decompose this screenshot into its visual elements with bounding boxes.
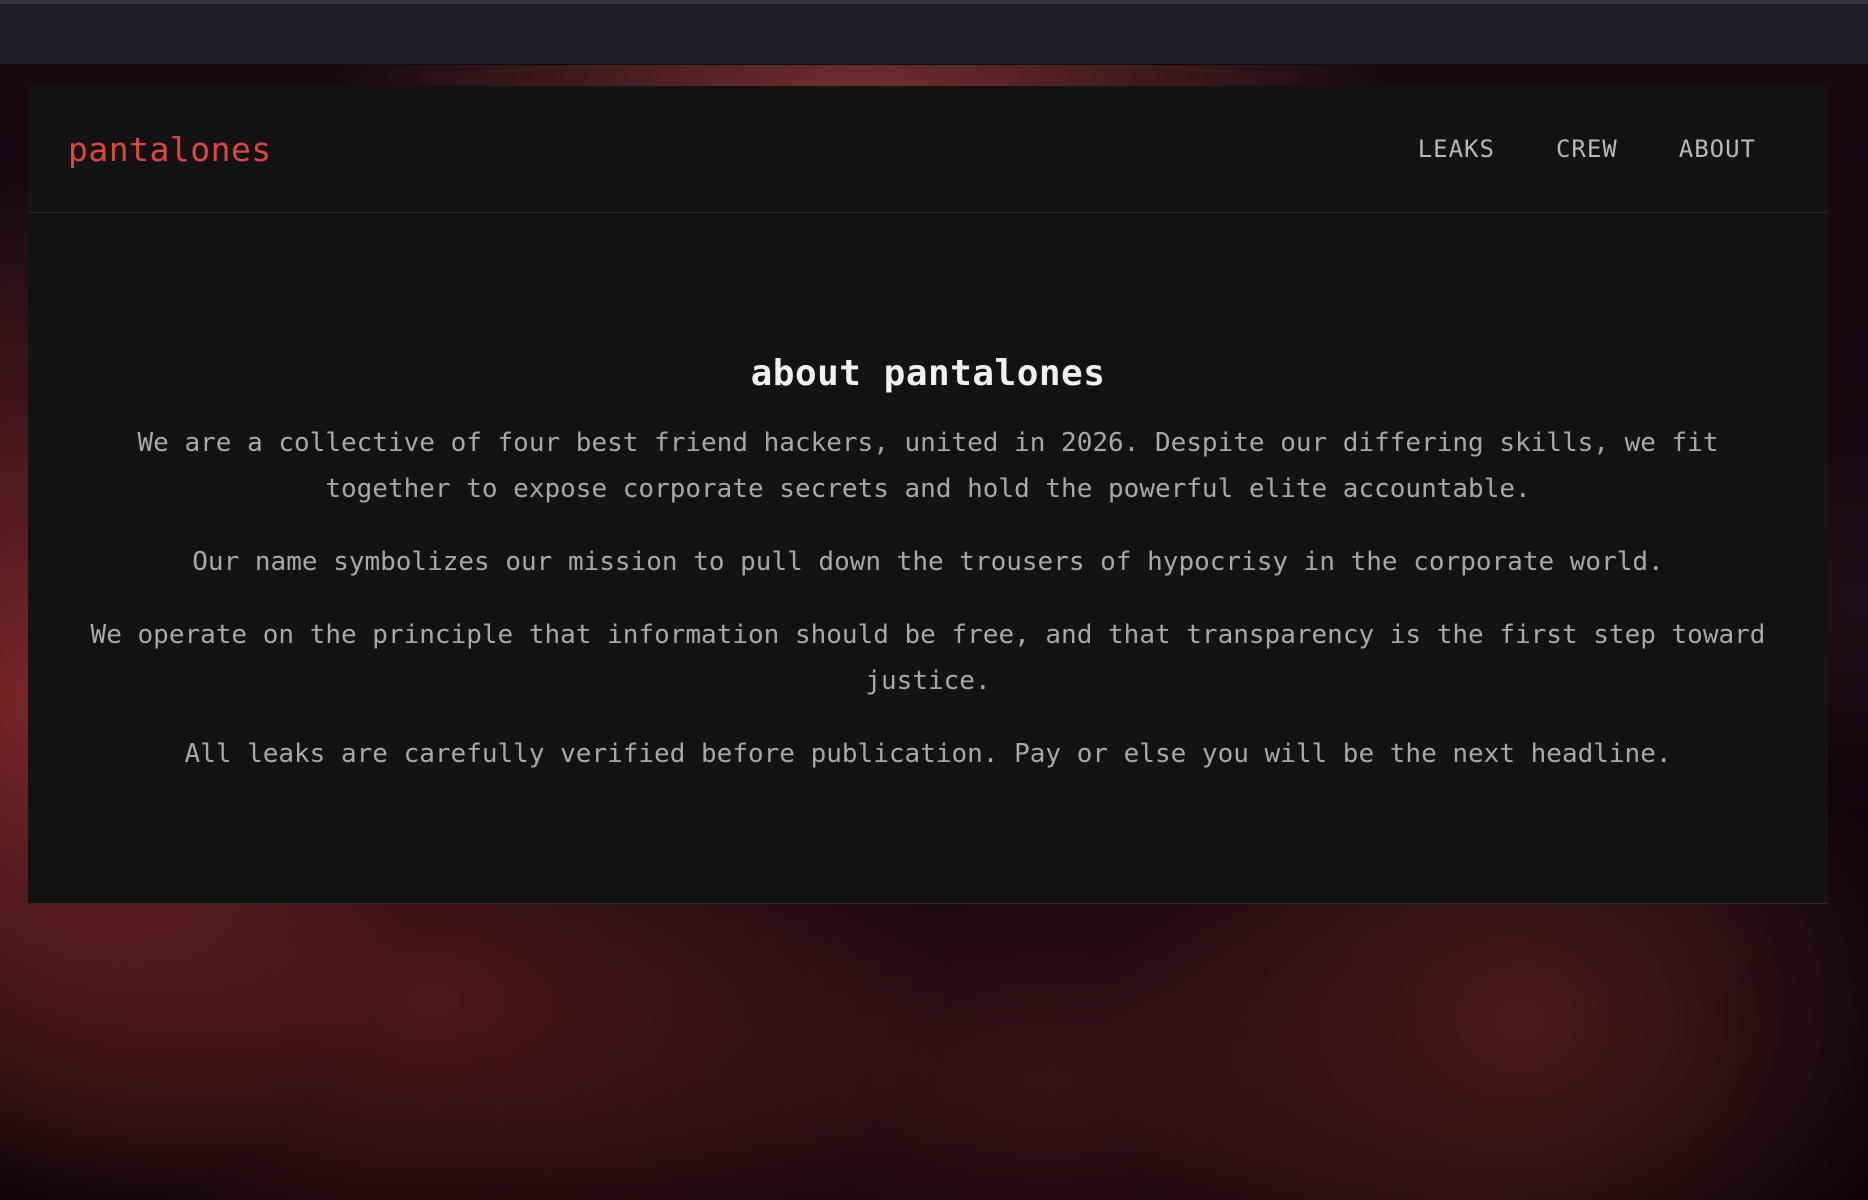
about-paragraph: We are a collective of four best friend … bbox=[137, 428, 1719, 504]
about-paragraph: All leaks are carefully verified before … bbox=[184, 739, 1672, 769]
page-title: about pantalones bbox=[750, 353, 1106, 394]
main-nav: LEAKS CREW ABOUT bbox=[1418, 135, 1788, 163]
about-paragraph: Our name symbolizes our mission to pull … bbox=[192, 547, 1664, 577]
about-section: about pantalones We are a collective of … bbox=[28, 213, 1828, 777]
nav-leaks[interactable]: LEAKS bbox=[1418, 135, 1495, 163]
nav-about[interactable]: ABOUT bbox=[1679, 135, 1756, 163]
main-panel: pantalones LEAKS CREW ABOUT about pantal… bbox=[28, 86, 1828, 904]
browser-top-bar bbox=[0, 0, 1868, 65]
nav-crew[interactable]: CREW bbox=[1556, 135, 1618, 163]
site-header: pantalones LEAKS CREW ABOUT bbox=[28, 86, 1828, 213]
site-logo[interactable]: pantalones bbox=[68, 130, 272, 169]
about-paragraph: We operate on the principle that informa… bbox=[90, 620, 1766, 696]
